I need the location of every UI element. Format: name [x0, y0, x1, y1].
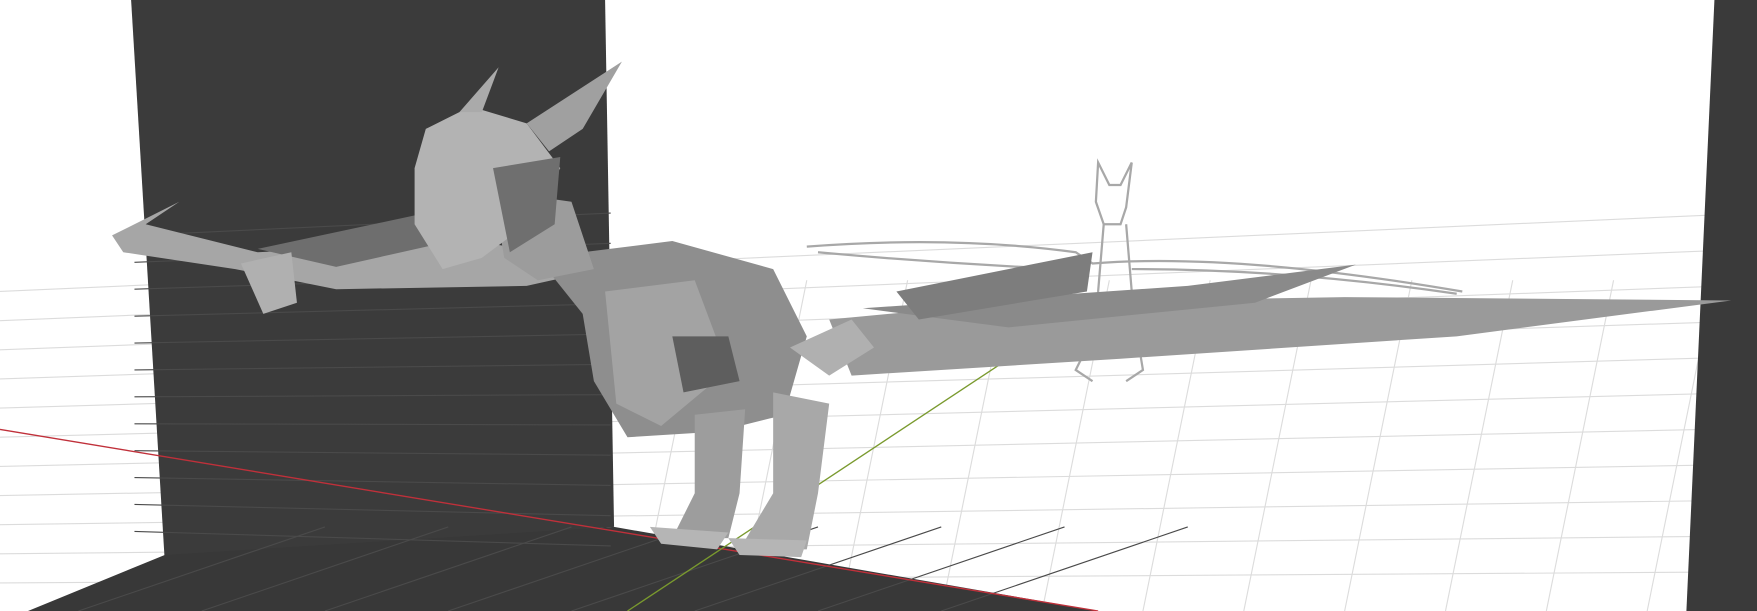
viewport-canvas[interactable]	[0, 0, 1757, 611]
3d-viewport[interactable]	[0, 0, 1757, 611]
dragon-hind-foot	[728, 538, 807, 558]
